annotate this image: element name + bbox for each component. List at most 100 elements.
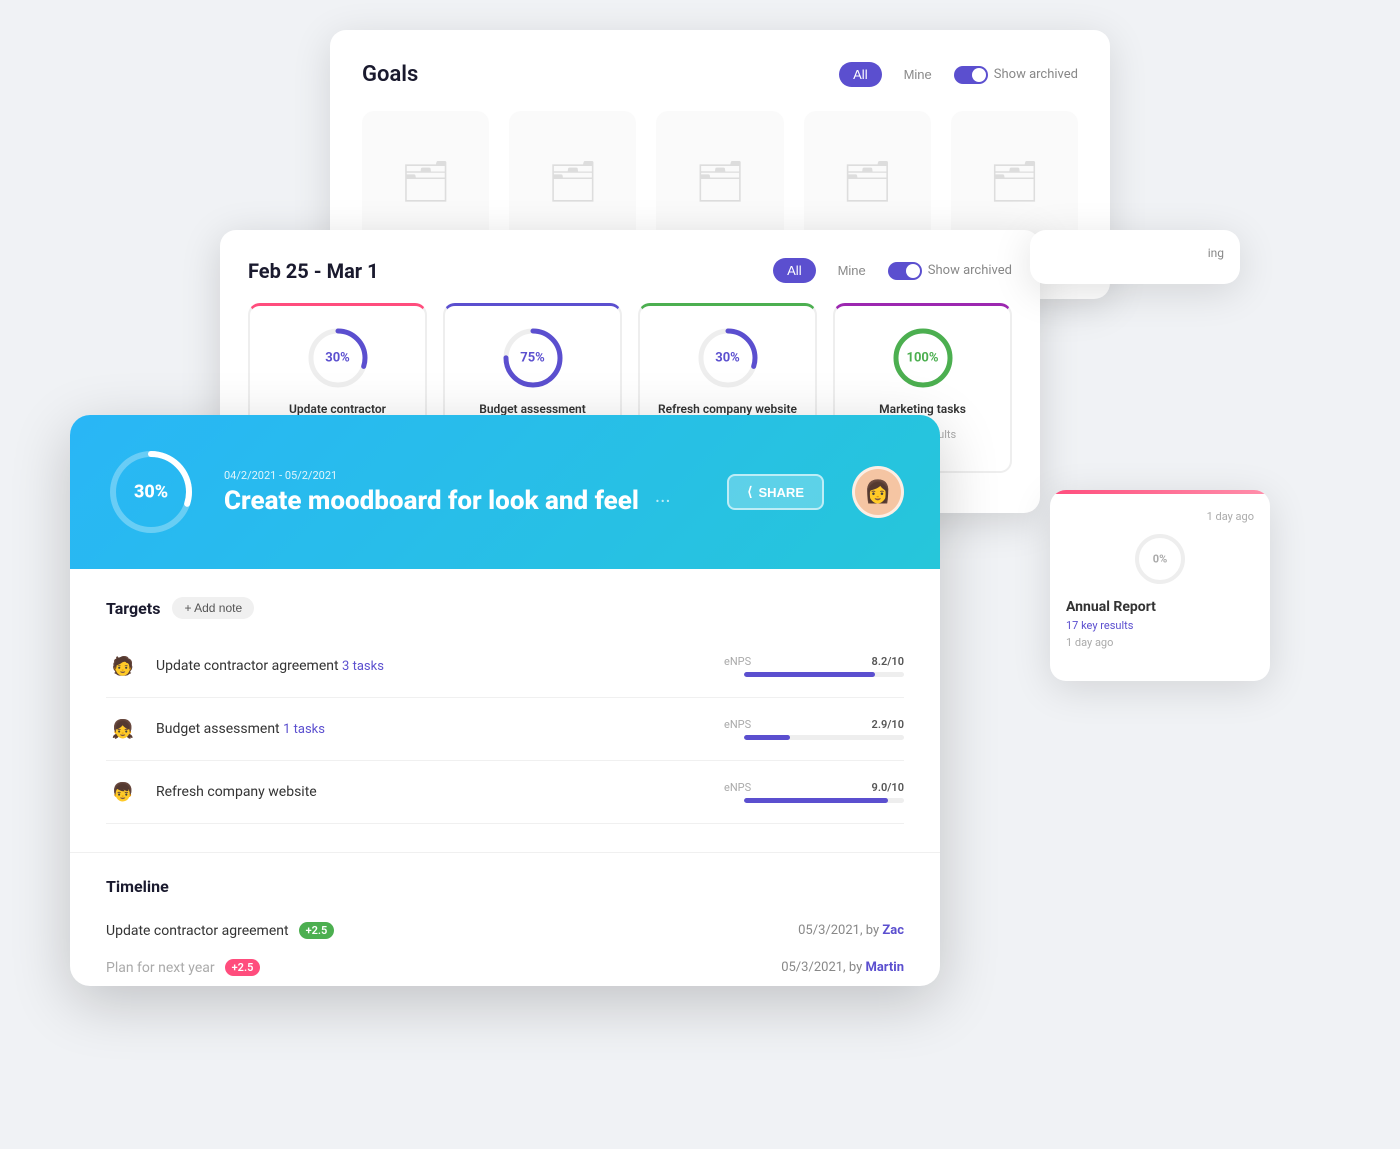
avatar-emoji: 👩 (864, 480, 891, 505)
folder-icon-3: 🗂 (695, 158, 746, 205)
progress-bar-bg-2 (744, 735, 904, 740)
panel-main: 30% 04/2/2021 - 05/2/2021 Create moodboa… (70, 415, 940, 986)
timeline-author-1: Zac (882, 923, 904, 938)
annual-time-bottom: 1 day ago (1066, 636, 1254, 649)
targets-section: Targets + Add note 🧑 Update contractor a… (70, 569, 940, 852)
main-progress-pct: 30% (134, 482, 168, 503)
panel-annual: 1 day ago 0% Annual Report 17 key result… (1050, 490, 1270, 681)
progress-pct-1: 30% (325, 351, 350, 366)
weekly-toggle-switch-icon[interactable] (888, 262, 922, 280)
main-header-title: Create moodboard for look and feel (224, 486, 639, 516)
target-metric-1: eNPS 8.2/10 (724, 655, 904, 677)
target-avatar-2: 👧 (106, 712, 140, 746)
progress-bar-fill-1 (744, 672, 875, 677)
progress-bar-bg-3 (744, 798, 904, 803)
timeline-label-2: Plan for next year (106, 960, 215, 976)
target-tasks-link-1[interactable]: 3 tasks (342, 659, 384, 674)
weekly-show-archived-toggle[interactable]: Show archived (888, 262, 1012, 280)
weekly-filter-mine[interactable]: Mine (824, 258, 880, 283)
goal-card-name-4: Marketing tasks (879, 402, 966, 416)
metric-label-row-3: eNPS 9.0/10 (724, 781, 904, 794)
scene: Goals All Mine Show archived 🗂 🗂 🗂 🗂 (0, 0, 1400, 1149)
timeline-label-1: Update contractor agreement (106, 923, 289, 939)
target-tasks-link-2[interactable]: 1 tasks (283, 722, 325, 737)
annual-title: Annual Report (1066, 599, 1254, 615)
annual-time-top: 1 day ago (1066, 510, 1254, 523)
annual-body: 1 day ago 0% Annual Report 17 key result… (1050, 494, 1270, 665)
target-metric-2: eNPS 2.9/10 (724, 718, 904, 740)
annual-key-results: 17 key results (1066, 619, 1254, 632)
progress-bar-bg-1 (744, 672, 904, 677)
panel-side-top: ing (1030, 230, 1240, 284)
main-header-date: 04/2/2021 - 05/2/2021 (224, 469, 699, 482)
goal-card-name-2: Budget assessment (479, 402, 586, 416)
add-note-button[interactable]: + Add note (172, 597, 254, 619)
target-avatar-1: 🧑 (106, 649, 140, 683)
weekly-show-archived-label: Show archived (928, 263, 1012, 278)
metric-value-1: 8.2/10 (872, 655, 904, 668)
progress-pct-4: 100% (907, 351, 939, 366)
target-metric-3: eNPS 9.0/10 (724, 781, 904, 803)
metric-label-1: eNPS (724, 655, 751, 668)
goals-filter-group: All Mine Show archived (839, 62, 1078, 87)
timeline-author-2: Martin (865, 960, 904, 975)
timeline-badge-1: +2.5 (299, 922, 335, 939)
targets-header: Targets + Add note (106, 597, 904, 619)
timeline-badge-2: +2.5 (225, 959, 261, 976)
progress-circle-3: 30% (696, 326, 760, 390)
weekly-title: Feb 25 - Mar 1 (248, 259, 379, 283)
goals-title: Goals (362, 62, 418, 87)
folder-icon-1: 🗂 (400, 158, 451, 205)
timeline-right-1: 05/3/2021, by Zac (798, 923, 904, 938)
goals-header: Goals All Mine Show archived (362, 62, 1078, 87)
main-header-info: 04/2/2021 - 05/2/2021 Create moodboard f… (224, 469, 699, 516)
folder-icon-4: 🗂 (842, 158, 893, 205)
target-name-3: Refresh company website (156, 784, 708, 800)
progress-pct-2: 75% (520, 351, 545, 366)
metric-label-2: eNPS (724, 718, 751, 731)
goals-filter-mine[interactable]: Mine (890, 62, 946, 87)
progress-circle-1: 30% (306, 326, 370, 390)
progress-pct-3: 30% (715, 351, 740, 366)
target-name-1: Update contractor agreement 3 tasks (156, 658, 708, 674)
target-avatar-3: 👦 (106, 775, 140, 809)
targets-title: Targets (106, 599, 160, 618)
share-icon: ⟨ (747, 484, 752, 500)
target-row-2: 👧 Budget assessment 1 tasks eNPS 2.9/10 (106, 698, 904, 761)
share-label: SHARE (758, 485, 804, 500)
target-name-2: Budget assessment 1 tasks (156, 721, 708, 737)
metric-label-row-2: eNPS 2.9/10 (724, 718, 904, 731)
more-options-icon[interactable]: ··· (655, 489, 671, 513)
toggle-switch-icon[interactable] (954, 66, 988, 84)
metric-label-3: eNPS (724, 781, 751, 794)
timeline-section: Timeline Update contractor agreement +2.… (70, 852, 940, 986)
weekly-header: Feb 25 - Mar 1 All Mine Show archived (248, 258, 1012, 283)
goals-filter-all[interactable]: All (839, 62, 881, 87)
metric-value-2: 2.9/10 (872, 718, 904, 731)
annual-progress: 0% (1132, 531, 1188, 587)
progress-circle-2: 75% (501, 326, 565, 390)
side-card-time: ing (1046, 246, 1224, 260)
timeline-row-2: Plan for next year +2.5 05/3/2021, by Ma… (106, 949, 904, 986)
timeline-row-1: Update contractor agreement +2.5 05/3/20… (106, 912, 904, 949)
folder-icon-2: 🗂 (547, 158, 598, 205)
user-avatar: 👩 (852, 466, 904, 518)
metric-label-row-1: eNPS 8.2/10 (724, 655, 904, 668)
progress-bar-fill-3 (744, 798, 888, 803)
main-header: 30% 04/2/2021 - 05/2/2021 Create moodboa… (70, 415, 940, 569)
goals-show-archived-toggle[interactable]: Show archived (954, 66, 1078, 84)
progress-circle-4: 100% (891, 326, 955, 390)
show-archived-label: Show archived (994, 67, 1078, 82)
target-row-3: 👦 Refresh company website eNPS 9.0/10 (106, 761, 904, 824)
share-button[interactable]: ⟨ SHARE (727, 474, 824, 510)
annual-circle-container: 0% (1066, 531, 1254, 587)
folder-icon-5: 🗂 (989, 158, 1040, 205)
main-progress-circle: 30% (106, 447, 196, 537)
weekly-filter-all[interactable]: All (773, 258, 815, 283)
target-row-1: 🧑 Update contractor agreement 3 tasks eN… (106, 635, 904, 698)
timeline-left-1: Update contractor agreement +2.5 (106, 922, 334, 939)
timeline-title: Timeline (106, 877, 904, 896)
weekly-filter-group: All Mine Show archived (773, 258, 1012, 283)
annual-pct-label: 0% (1153, 553, 1167, 566)
timeline-right-2: 05/3/2021, by Martin (781, 960, 904, 975)
